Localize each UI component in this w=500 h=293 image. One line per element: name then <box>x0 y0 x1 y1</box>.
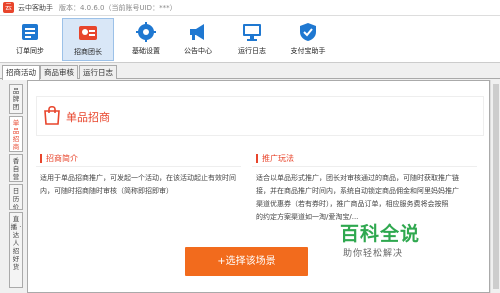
select-scene-button[interactable]: +选择该场景 <box>185 247 308 276</box>
promo-section-title: 推广玩法 <box>256 154 294 163</box>
intro-section-body: 适用于单品招商推广，可发起一个活动，在该活动起止有效时间 内，可随时招商随时审核… <box>40 172 245 198</box>
intro-line: 适用于单品招商推广，可发起一个活动，在该活动起止有效时间 <box>40 174 236 182</box>
side-tab-self-operated[interactable]: 香自营 <box>9 154 23 182</box>
promo-section-body: 适合以单品形式推广，团长对审核通过的商品，可随时获取推广链 接，并在商品推广时间… <box>256 172 478 224</box>
scene-title: 单品招商 <box>66 111 110 124</box>
intro-section-title: 招商简介 <box>40 154 78 163</box>
intro-divider <box>36 166 241 167</box>
side-tab-calendar-price[interactable]: 日历价 <box>9 184 23 210</box>
scrollbar-thumb[interactable] <box>493 84 499 289</box>
shield-icon <box>300 23 316 41</box>
toolbar-run-log-button[interactable]: 运行日志 <box>226 18 278 61</box>
toolbar-notice-center-button[interactable]: 公告中心 <box>172 18 224 61</box>
side-tab-live-talent[interactable]: 直播 · 达人招好货 <box>9 212 23 288</box>
title-bar: 云 云中客助手 版本：4.0.6.0（当前账号UID：***） <box>0 0 500 16</box>
scene-header: 单品招商 <box>36 96 484 136</box>
toolbar-basic-settings-label: 基础设置 <box>132 47 160 55</box>
intro-line: 内，可随时招商随时审核（简称即招即审） <box>40 187 173 195</box>
side-tab-strip: 品牌团 单品招商 香自营 日历价 直播 · 达人招好货 <box>0 80 28 293</box>
tab-product-review[interactable]: 商品审核 <box>40 65 78 79</box>
window-version: 版本：4.0.6.0（当前账号UID：***） <box>59 3 177 12</box>
tab-run-log[interactable]: 运行日志 <box>79 65 117 79</box>
main-toolbar: 订单同步 招商团长 基础设置 公告中心 运行日志 支付宝助手 <box>0 16 500 63</box>
toolbar-recruit-leader-label: 招商团长 <box>74 48 102 56</box>
megaphone-icon <box>190 24 204 40</box>
promo-divider <box>252 166 477 167</box>
shopping-bag-icon <box>44 105 60 125</box>
toolbar-alipay-assistant-label: 支付宝助手 <box>290 47 326 55</box>
toolbar-notice-center-label: 公告中心 <box>184 47 212 55</box>
toolbar-alipay-assistant-button[interactable]: 支付宝助手 <box>282 18 334 61</box>
app-logo-icon: 云 <box>3 2 14 13</box>
toolbar-order-sync-label: 订单同步 <box>16 47 44 55</box>
toolbar-basic-settings-button[interactable]: 基础设置 <box>120 18 172 61</box>
monitor-icon <box>243 24 261 41</box>
watermark-sub-text: 助你轻松解决 <box>343 249 404 259</box>
toolbar-order-sync-button[interactable]: 订单同步 <box>4 18 56 61</box>
toolbar-recruit-leader-button[interactable]: 招商团长 <box>62 18 114 61</box>
tab-row: 招商活动 商品审核 运行日志 <box>0 63 500 80</box>
vertical-scrollbar[interactable] <box>490 80 500 293</box>
promo-line: 渠道优惠券（若有券时），推广商品订单，相应服务费将会按照 <box>256 200 449 208</box>
promo-line: 接，并在商品推广时间内，系统自动锁定商品佣金和阿里妈妈推广 <box>256 187 459 195</box>
gear-icon <box>136 22 156 42</box>
side-tab-single-recruit[interactable]: 单品招商 <box>9 116 23 152</box>
tab-recruit-activity[interactable]: 招商活动 <box>2 65 40 80</box>
order-sync-icon <box>22 24 38 40</box>
window-title: 云中客助手 <box>18 3 53 12</box>
watermark: 百科全说 助你轻松解决 <box>338 219 468 264</box>
recruit-leader-icon <box>79 26 97 40</box>
toolbar-run-log-label: 运行日志 <box>238 47 266 55</box>
watermark-main-text: 百科全说 <box>340 223 421 245</box>
side-tab-brand-group[interactable]: 品牌团 <box>9 84 23 114</box>
promo-line: 适合以单品形式推广，团长对审核通过的商品，可随时获取推广链 <box>256 174 459 182</box>
